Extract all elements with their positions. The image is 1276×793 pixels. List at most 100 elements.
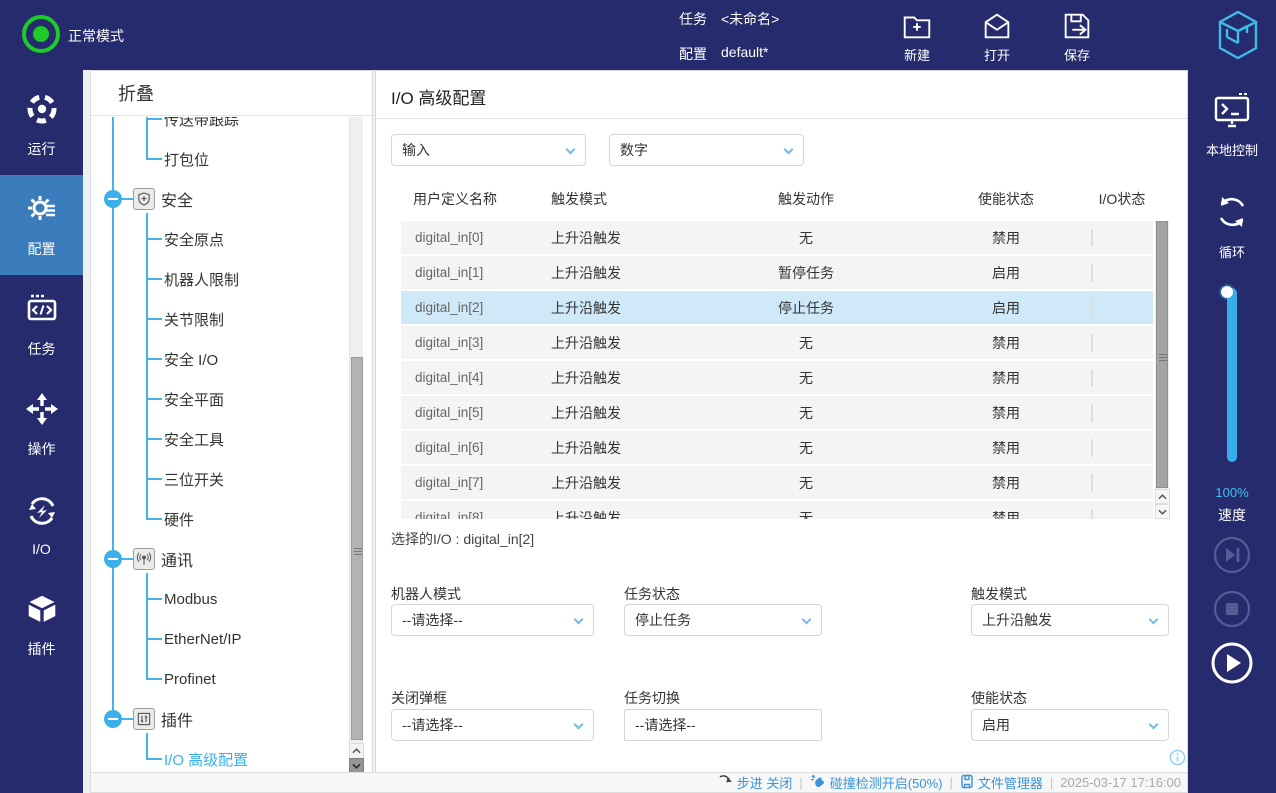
play-button[interactable] (1188, 641, 1276, 685)
tree-scrollbar[interactable] (349, 117, 363, 743)
code-window-icon (24, 291, 60, 330)
table-row[interactable]: digital_in[5] 上升沿触发 无 禁用 (401, 396, 1153, 429)
task-switch-label: 任务切换 (624, 688, 680, 708)
step-mode-toggle[interactable]: 步进 关闭 (718, 773, 793, 792)
table-row[interactable]: digital_in[3] 上升沿触发 无 禁用 (401, 326, 1153, 359)
enable-state-dropdown[interactable]: 启用 (971, 709, 1169, 741)
io-state-checkbox[interactable] (1091, 264, 1093, 282)
mode-label: 正常模式 (68, 26, 124, 46)
selected-io-text: 选择的I/O : digital_in[2] (391, 529, 534, 549)
step-forward-button[interactable] (1188, 536, 1276, 574)
tree-scroll-down-button[interactable] (349, 758, 364, 772)
save-button[interactable]: 保存 (1045, 10, 1109, 64)
tree-item-hardware[interactable]: 硬件 (164, 499, 194, 539)
task-state-dropdown[interactable]: 停止任务 (624, 604, 822, 636)
collapse-node-icon[interactable] (104, 550, 122, 568)
nav-item-config[interactable]: 配置 (0, 175, 83, 275)
io-state-checkbox[interactable] (1091, 299, 1093, 317)
table-scrollbar-thumb[interactable] (1156, 221, 1168, 488)
tree-item-safety[interactable]: 安全 (91, 179, 341, 219)
trigger-mode-label: 触发模式 (971, 584, 1027, 604)
new-file-icon (900, 10, 934, 45)
io-state-checkbox[interactable] (1091, 334, 1093, 352)
table-row[interactable]: digital_in[6] 上升沿触发 无 禁用 (401, 431, 1153, 464)
file-manager-button[interactable]: 文件管理器 (960, 773, 1043, 792)
trigger-mode-cell: 上升沿触发 (541, 473, 691, 493)
table-scroll-up-button[interactable] (1155, 489, 1170, 504)
trigger-action-cell: 无 (691, 403, 921, 423)
info-icon[interactable] (1169, 749, 1186, 771)
tree-collapse-header[interactable]: 折叠 (91, 71, 372, 116)
io-state-checkbox[interactable] (1091, 509, 1093, 520)
table-row[interactable]: digital_in[2] 上升沿触发 停止任务 启用 (401, 291, 1153, 324)
nav-item-run[interactable]: 运行 (0, 75, 83, 175)
io-state-checkbox[interactable] (1091, 369, 1093, 387)
io-state-cell (1091, 405, 1153, 421)
tree-item-io-advanced-config[interactable]: I/O 高级配置 (164, 739, 248, 772)
table-scrollbar[interactable] (1155, 221, 1169, 519)
tree-scroll-up-button[interactable] (349, 743, 364, 759)
tree-item-robot-limits[interactable]: 机器人限制 (164, 259, 239, 299)
chevron-down-icon (1149, 720, 1159, 730)
loop-button[interactable]: 循环 (1188, 192, 1276, 261)
trigger-mode-cell: 上升沿触发 (541, 298, 691, 318)
loop-icon (1212, 192, 1252, 235)
tree-body: 传送带跟踪 打包位 安全 安全原点 机器人限制 关节限制 安全 I/O 安全平面… (91, 117, 372, 772)
robot-mode-dropdown[interactable]: --请选择-- (391, 604, 594, 636)
tree-item-modbus[interactable]: Modbus (164, 579, 217, 619)
table-row[interactable]: digital_in[7] 上升沿触发 无 禁用 (401, 466, 1153, 499)
tree-item-profinet[interactable]: Profinet (164, 659, 216, 699)
trigger-action-cell: 无 (691, 438, 921, 458)
tree-item-safety-tool[interactable]: 安全工具 (164, 419, 224, 459)
io-direction-dropdown[interactable]: 输入 (391, 134, 586, 166)
trigger-action-cell: 停止任务 (691, 298, 921, 318)
nav-item-jog[interactable]: 操作 (0, 375, 83, 475)
io-state-checkbox[interactable] (1091, 404, 1093, 422)
tree-item-three-position-switch[interactable]: 三位开关 (164, 459, 224, 499)
table-row[interactable]: digital_in[0] 上升沿触发 无 禁用 (401, 221, 1153, 254)
chevron-down-icon (566, 145, 576, 155)
io-state-checkbox[interactable] (1091, 229, 1093, 247)
table-row[interactable]: digital_in[8] 上升沿触发 无 禁用 (401, 501, 1153, 519)
gear-icon (24, 191, 60, 230)
tree-item-safety-io[interactable]: 安全 I/O (164, 339, 218, 379)
trigger-mode-cell: 上升沿触发 (541, 403, 691, 423)
tree-item-safety-plane[interactable]: 安全平面 (164, 379, 224, 419)
tree-item-conveyor-tracking[interactable]: 传送带跟踪 (164, 117, 239, 139)
io-state-checkbox[interactable] (1091, 439, 1093, 457)
stop-button[interactable] (1188, 590, 1276, 628)
enable-state-cell: 禁用 (921, 508, 1091, 520)
speed-slider[interactable] (1227, 288, 1237, 462)
collision-detection-toggle[interactable]: 碰撞检测开启(50%) (810, 773, 943, 792)
tree-item-communication[interactable]: 通讯 (91, 539, 341, 579)
new-button[interactable]: 新建 (885, 10, 949, 64)
trigger-mode-dropdown[interactable]: 上升沿触发 (971, 604, 1169, 636)
nav-item-task[interactable]: 任务 (0, 275, 83, 375)
collapse-node-icon[interactable] (104, 710, 122, 728)
task-switch-field[interactable]: --请选择-- (624, 709, 822, 741)
page-title: I/O 高级配置 (391, 84, 486, 109)
tree-scrollbar-thumb[interactable] (351, 357, 363, 740)
speed-slider-knob[interactable] (1221, 286, 1233, 298)
nav-item-io[interactable]: I/O (0, 475, 83, 575)
table-row[interactable]: digital_in[1] 上升沿触发 暂停任务 启用 (401, 256, 1153, 289)
table-scroll-down-button[interactable] (1155, 504, 1170, 519)
local-control-button[interactable]: 本地控制 (1188, 92, 1276, 159)
nav-item-plugin[interactable]: 插件 (0, 575, 83, 675)
tree-item-pack-position[interactable]: 打包位 (164, 139, 209, 179)
close-popup-dropdown[interactable]: --请选择-- (391, 709, 594, 741)
open-button[interactable]: 打开 (965, 10, 1029, 64)
tree-item-ethernet-ip[interactable]: EtherNet/IP (164, 619, 242, 659)
trigger-mode-cell: 上升沿触发 (541, 263, 691, 283)
table-row[interactable]: digital_in[4] 上升沿触发 无 禁用 (401, 361, 1153, 394)
collapse-node-icon[interactable] (104, 190, 122, 208)
enable-state-cell: 禁用 (921, 368, 1091, 388)
io-name-cell: digital_in[8] (401, 510, 541, 519)
tree-item-safety-home[interactable]: 安全原点 (164, 219, 224, 259)
trigger-mode-cell: 上升沿触发 (541, 438, 691, 458)
io-state-cell (1091, 510, 1153, 520)
tree-item-joint-limits[interactable]: 关节限制 (164, 299, 224, 339)
io-type-dropdown[interactable]: 数字 (609, 134, 804, 166)
io-state-checkbox[interactable] (1091, 474, 1093, 492)
tree-item-plugin[interactable]: 插件 (91, 699, 341, 739)
